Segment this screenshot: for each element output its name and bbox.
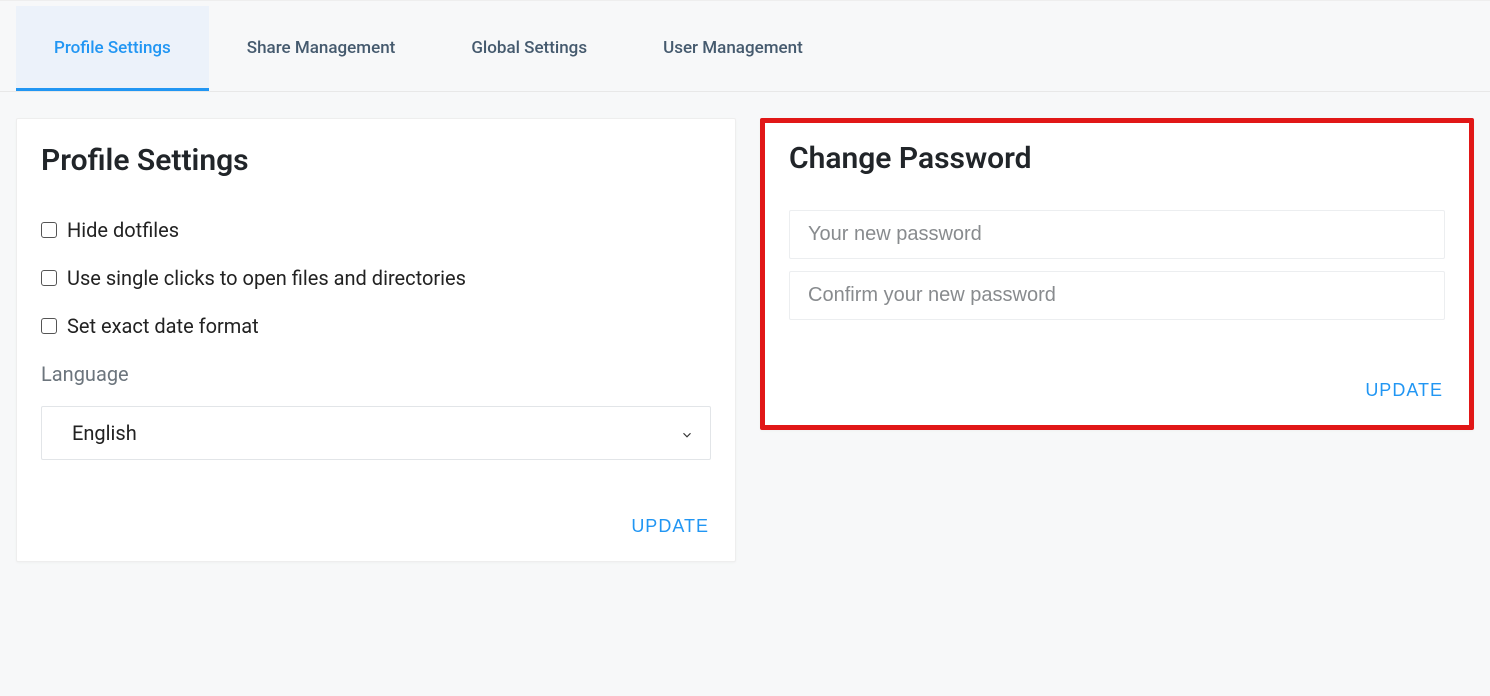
hide-dotfiles-label: Hide dotfiles — [67, 218, 179, 242]
language-select-value: English — [72, 421, 137, 445]
hide-dotfiles-row[interactable]: Hide dotfiles — [41, 218, 711, 242]
new-password-input[interactable] — [789, 210, 1445, 259]
tab-global-settings[interactable]: Global Settings — [433, 6, 625, 91]
date-format-row[interactable]: Set exact date format — [41, 314, 711, 338]
change-password-title: Change Password — [789, 141, 1445, 176]
confirm-password-input[interactable] — [789, 271, 1445, 320]
change-password-card: Change Password UPDATE — [760, 118, 1474, 430]
tabs-bar: Profile Settings Share Management Global… — [0, 6, 1490, 92]
profile-settings-title: Profile Settings — [41, 143, 711, 178]
single-click-label: Use single clicks to open files and dire… — [67, 266, 466, 290]
hide-dotfiles-checkbox[interactable] — [41, 222, 57, 238]
cards-row: Profile Settings Hide dotfiles Use singl… — [0, 92, 1490, 562]
single-click-row[interactable]: Use single clicks to open files and dire… — [41, 266, 711, 290]
tab-user-management[interactable]: User Management — [625, 6, 841, 91]
tab-profile-settings[interactable]: Profile Settings — [16, 6, 209, 91]
settings-page: Profile Settings Share Management Global… — [0, 0, 1490, 562]
date-format-label: Set exact date format — [67, 314, 259, 338]
profile-update-button[interactable]: UPDATE — [629, 512, 711, 541]
date-format-checkbox[interactable] — [41, 318, 57, 334]
language-label: Language — [41, 362, 711, 386]
language-select[interactable]: English — [41, 406, 711, 460]
chevron-down-icon — [680, 427, 692, 439]
profile-settings-card: Profile Settings Hide dotfiles Use singl… — [16, 118, 736, 562]
single-click-checkbox[interactable] — [41, 270, 57, 286]
password-update-button[interactable]: UPDATE — [1363, 376, 1445, 405]
password-card-actions: UPDATE — [789, 376, 1445, 405]
tab-share-management[interactable]: Share Management — [209, 6, 434, 91]
password-card-wrap: Change Password UPDATE — [760, 118, 1474, 562]
profile-card-actions: UPDATE — [41, 512, 711, 541]
